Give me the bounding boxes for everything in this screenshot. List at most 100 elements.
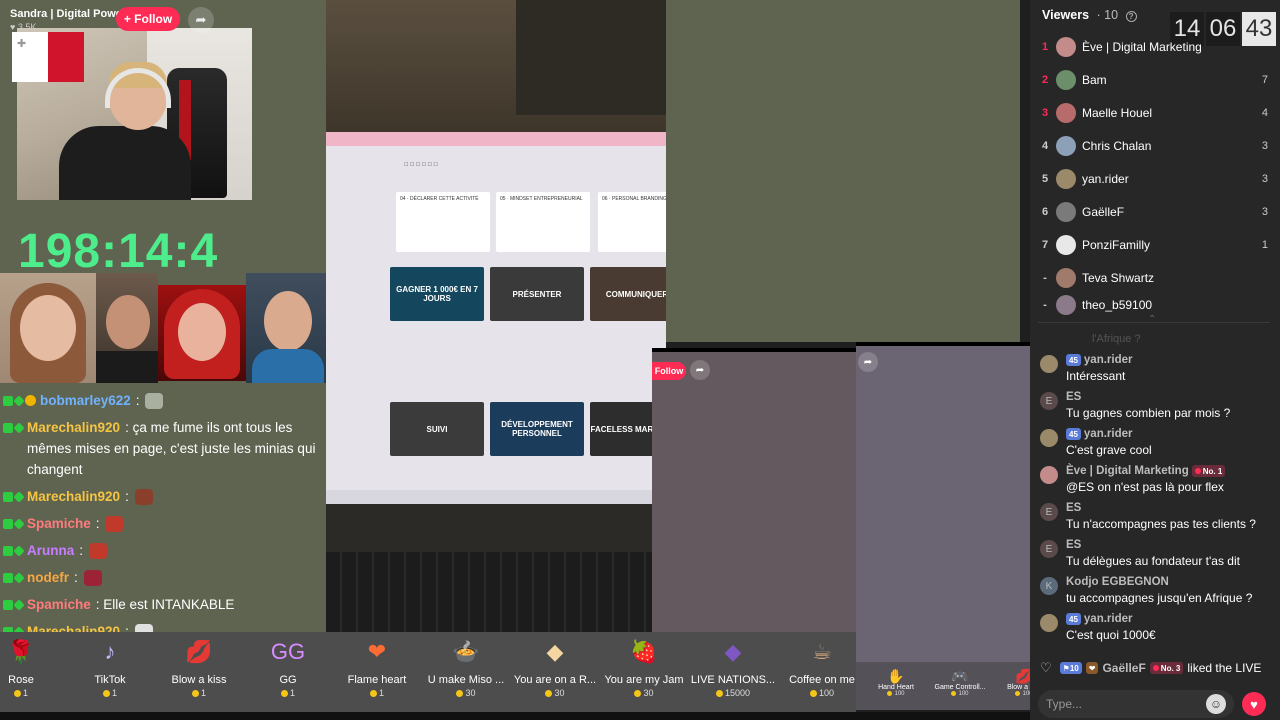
gift-name: You are on a R...: [513, 674, 597, 686]
chat-text: @ES on n'est pas là pour flex: [1066, 480, 1224, 494]
gift-item[interactable]: ❤ Flame heart 1: [334, 638, 420, 708]
viewer-rank: -: [1043, 299, 1047, 311]
viewer-row[interactable]: 3 Maelle Houel 4: [1030, 96, 1280, 129]
viewer-row[interactable]: 6 GaëlleF 3: [1030, 195, 1280, 228]
chat-user[interactable]: Kodjo EGBEGNON: [1066, 576, 1169, 588]
diamond-badge-icon: [13, 598, 25, 611]
chat-message-body: 45 yan.rider C'est grave cool: [1066, 426, 1152, 459]
follow-button[interactable]: + Follow: [116, 7, 180, 31]
avatar[interactable]: [1040, 355, 1058, 373]
gift-price-value: 1: [289, 688, 295, 698]
viewer-name: theo_b59100: [1082, 298, 1153, 312]
guest-tile-2[interactable]: [96, 273, 158, 383]
overlay-chat-content: Marechalin920:: [27, 486, 153, 507]
gift-item[interactable]: 🍲 U make Miso ... 30: [423, 638, 509, 708]
level-badge: ⚑ 10: [1059, 662, 1082, 674]
overlay-chat-message: Spamiche:: [0, 511, 326, 538]
gift-item[interactable]: ♪ TikTok 1: [67, 638, 153, 708]
chat-user[interactable]: yan.rider: [1084, 354, 1133, 366]
chat-user[interactable]: ES: [1066, 391, 1081, 403]
viewer-row[interactable]: 5 yan.rider 3: [1030, 162, 1280, 195]
chat-user[interactable]: yan.rider: [1084, 428, 1133, 440]
overlay-chat-user[interactable]: Spamiche: [27, 597, 91, 612]
gift-item[interactable]: 🌹 Rose 1: [0, 638, 64, 708]
guest-follow-button[interactable]: Follow: [652, 362, 686, 380]
chat-message-body: ES Tu gagnes combien par mois ?: [1066, 389, 1230, 422]
viewer-row[interactable]: 1 Ève | Digital Marketing: [1030, 30, 1280, 63]
avatar-initial: E: [1045, 506, 1053, 518]
guest-tile-4[interactable]: [246, 273, 326, 383]
gift-price: 100: [866, 691, 926, 697]
info-icon[interactable]: ?: [1125, 11, 1137, 22]
viewer-row[interactable]: 4 Chris Chalan 3: [1030, 129, 1280, 162]
chat-input[interactable]: Type...: [1038, 690, 1234, 718]
faded-message: l'Afrique ?: [1092, 333, 1141, 345]
overlay-chat-user[interactable]: Spamiche: [27, 516, 91, 531]
overlay-chat-user[interactable]: Marechalin920: [27, 420, 120, 435]
guest-tile-3[interactable]: [158, 285, 246, 381]
overlay-chat-user[interactable]: nodefr: [27, 570, 69, 585]
gift-item[interactable]: ☕ Coffee on me 100: [779, 638, 865, 708]
guest-video-tile-a[interactable]: Follow ➦: [652, 348, 856, 646]
chat-text: C'est quoi 1000€: [1066, 628, 1156, 642]
gift-price: 30: [423, 688, 509, 698]
emoji-icon[interactable]: ☺: [1206, 694, 1226, 714]
overlay-chat-message: Spamiche: Elle est INTANKABLE: [0, 592, 326, 619]
gift-item[interactable]: 🍓 You are my Jam 30: [601, 638, 687, 708]
gift-price-value: 1: [22, 688, 28, 698]
viewer-name: Ève | Digital Marketing: [1082, 39, 1202, 54]
gift-item[interactable]: 💋 Blow a kiss 1: [156, 638, 242, 708]
viewer-name: Bam: [1082, 72, 1107, 87]
viewer-rank: 4: [1041, 139, 1049, 152]
overlay-chat-colon: :: [125, 420, 133, 435]
gold-badge-icon: [25, 395, 36, 406]
coin-icon: [1015, 691, 1021, 696]
heart-like-button[interactable]: ♥: [1242, 692, 1266, 716]
chat-message-header: ES: [1066, 389, 1230, 405]
viewer-row[interactable]: 2 Bam 7: [1030, 63, 1280, 96]
share-arrow-icon[interactable]: ➦: [858, 352, 878, 372]
gift-icon: ☕: [812, 639, 832, 664]
viewer-row[interactable]: - Teva Shwartz: [1030, 261, 1280, 294]
chat-message-header: 45 yan.rider: [1066, 352, 1132, 368]
bottom-strip: [0, 712, 1030, 720]
viewer-row[interactable]: 7 PonziFamilly 1: [1030, 228, 1280, 261]
overlay-chat-user[interactable]: bobmarley622: [40, 393, 131, 408]
avatar[interactable]: E: [1040, 503, 1058, 521]
mini-gift-item[interactable]: ✋ Hand Heart 100: [866, 668, 926, 697]
gift-name: Hand Heart: [878, 684, 914, 691]
gift-item[interactable]: GG GG 1: [245, 638, 331, 708]
viewer-row[interactable]: - theo_b59100: [1030, 294, 1280, 316]
overlay-chat-user[interactable]: Marechalin920: [27, 489, 120, 504]
chat-user[interactable]: ES: [1066, 502, 1081, 514]
mini-gift-item[interactable]: 🎮 Game Controll... 100: [930, 668, 990, 697]
chat-user[interactable]: ES: [1066, 539, 1081, 551]
avatar[interactable]: [1040, 429, 1058, 447]
chat-user[interactable]: Ève | Digital Marketing: [1066, 465, 1189, 477]
chevron-up-icon[interactable]: ⌃: [1148, 314, 1156, 325]
chat-message-header: ES: [1066, 537, 1240, 553]
rank-badge: No. 1: [1191, 465, 1226, 477]
like-user[interactable]: GaëlleF: [1102, 661, 1145, 675]
chat-user[interactable]: yan.rider: [1084, 613, 1133, 625]
avatar[interactable]: K: [1040, 577, 1058, 595]
gift-item[interactable]: ◆ You are on a R... 30: [512, 638, 598, 708]
overlay-chat-user[interactable]: Marechalin920: [27, 624, 120, 632]
viewer-rank: 6: [1041, 205, 1049, 218]
guest-row: [0, 273, 326, 383]
avatar[interactable]: [1040, 614, 1058, 632]
gifter-badge: ❤: [1085, 662, 1099, 674]
coin-icon: [809, 690, 817, 698]
share-arrow-icon[interactable]: ➦: [690, 360, 710, 380]
gift-bar: 🌹 Rose 1 ♪ TikTok 1 💋 Blow a kiss 1 GG GG 1 ❤ Flame h…: [0, 632, 856, 712]
avatar[interactable]: E: [1040, 540, 1058, 558]
share-arrow-icon[interactable]: ➦: [188, 7, 214, 33]
guest-tile-1[interactable]: [0, 273, 96, 383]
gift-item[interactable]: ◆ LIVE NATIONS... 15000: [690, 638, 776, 708]
overlay-chat-user[interactable]: Arunna: [27, 543, 74, 558]
gift-name: U make Miso ...: [427, 674, 505, 686]
avatar[interactable]: [1040, 466, 1058, 484]
host-name[interactable]: Sandra | Digital Power: [10, 8, 126, 20]
avatar[interactable]: E: [1040, 392, 1058, 410]
guest-video-tile-b[interactable]: ➦: [856, 342, 1030, 662]
